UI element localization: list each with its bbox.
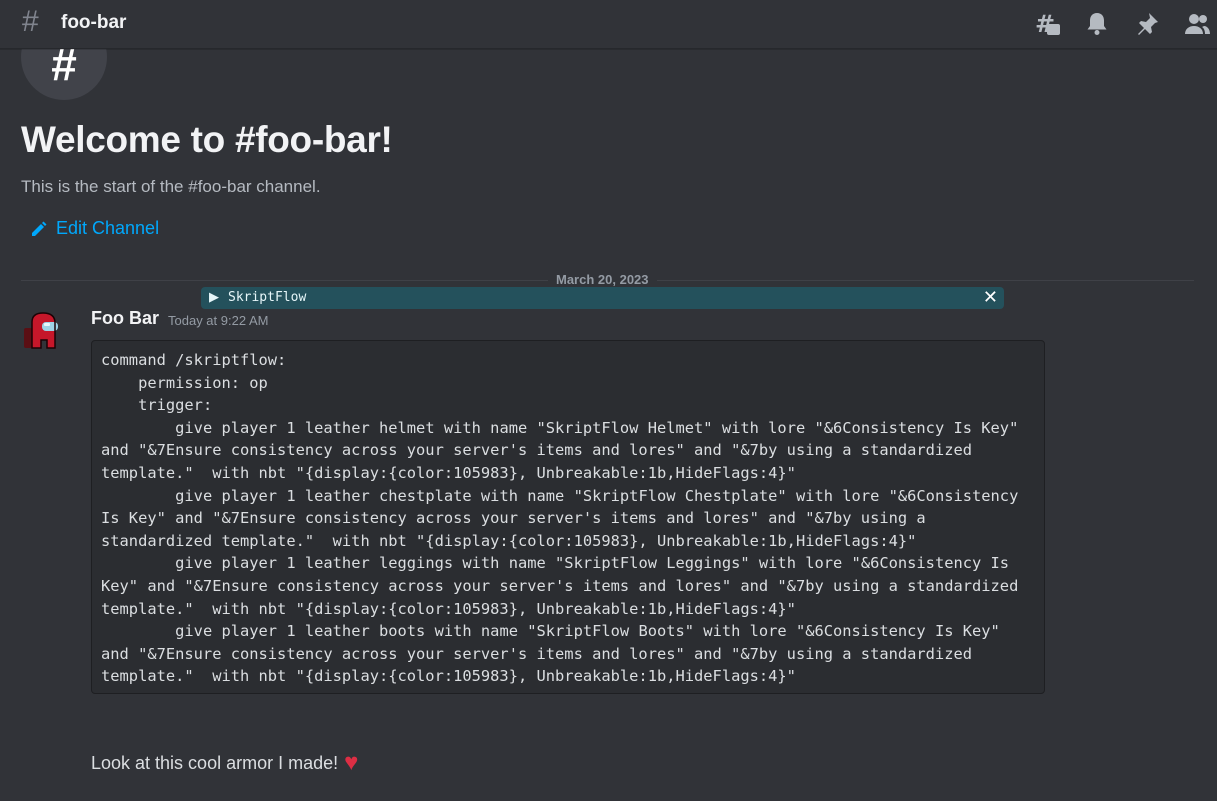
members-icon[interactable] <box>1183 10 1213 38</box>
play-icon[interactable]: ▶ <box>209 289 219 305</box>
skriptflow-toast[interactable]: ▶ SkriptFlow ✕ <box>201 287 1004 309</box>
avatar[interactable] <box>21 310 71 360</box>
message-author[interactable]: Foo Bar <box>91 308 159 329</box>
channel-hash-icon: # <box>22 5 39 38</box>
channel-name: foo-bar <box>61 12 127 33</box>
channel-hash-badge: # <box>21 49 107 100</box>
edit-channel-label: Edit Channel <box>56 218 160 238</box>
code-block: command /skriptflow: permission: op trig… <box>91 340 1045 694</box>
channel-header: # foo-bar # <box>0 0 1217 49</box>
welcome-subtitle: This is the start of the #foo-bar channe… <box>21 177 321 196</box>
toast-label: SkriptFlow <box>228 290 307 305</box>
code-content: command /skriptflow: permission: op trig… <box>101 351 1019 686</box>
heart-emoji-icon: ♥ <box>344 749 359 776</box>
welcome-title: Welcome to #foo-bar! <box>21 119 393 160</box>
follow-up-text: Look at this cool armor I made! <box>91 752 339 773</box>
bell-icon[interactable] <box>1083 10 1113 38</box>
message-timestamp: Today at 9:22 AM <box>168 313 269 328</box>
message-list[interactable]: # Welcome to #foo-bar! This is the start… <box>0 49 1217 801</box>
pencil-icon <box>32 221 47 236</box>
pin-icon[interactable] <box>1133 10 1163 38</box>
follow-up-message: Look at this cool armor I made! ♥ <box>91 749 359 776</box>
hash-icon: # <box>51 49 77 90</box>
threads-icon[interactable]: # <box>1033 10 1063 38</box>
date-divider-label: March 20, 2023 <box>548 272 657 287</box>
close-icon[interactable]: ✕ <box>983 287 998 308</box>
edit-channel-link[interactable]: Edit Channel <box>30 218 159 239</box>
